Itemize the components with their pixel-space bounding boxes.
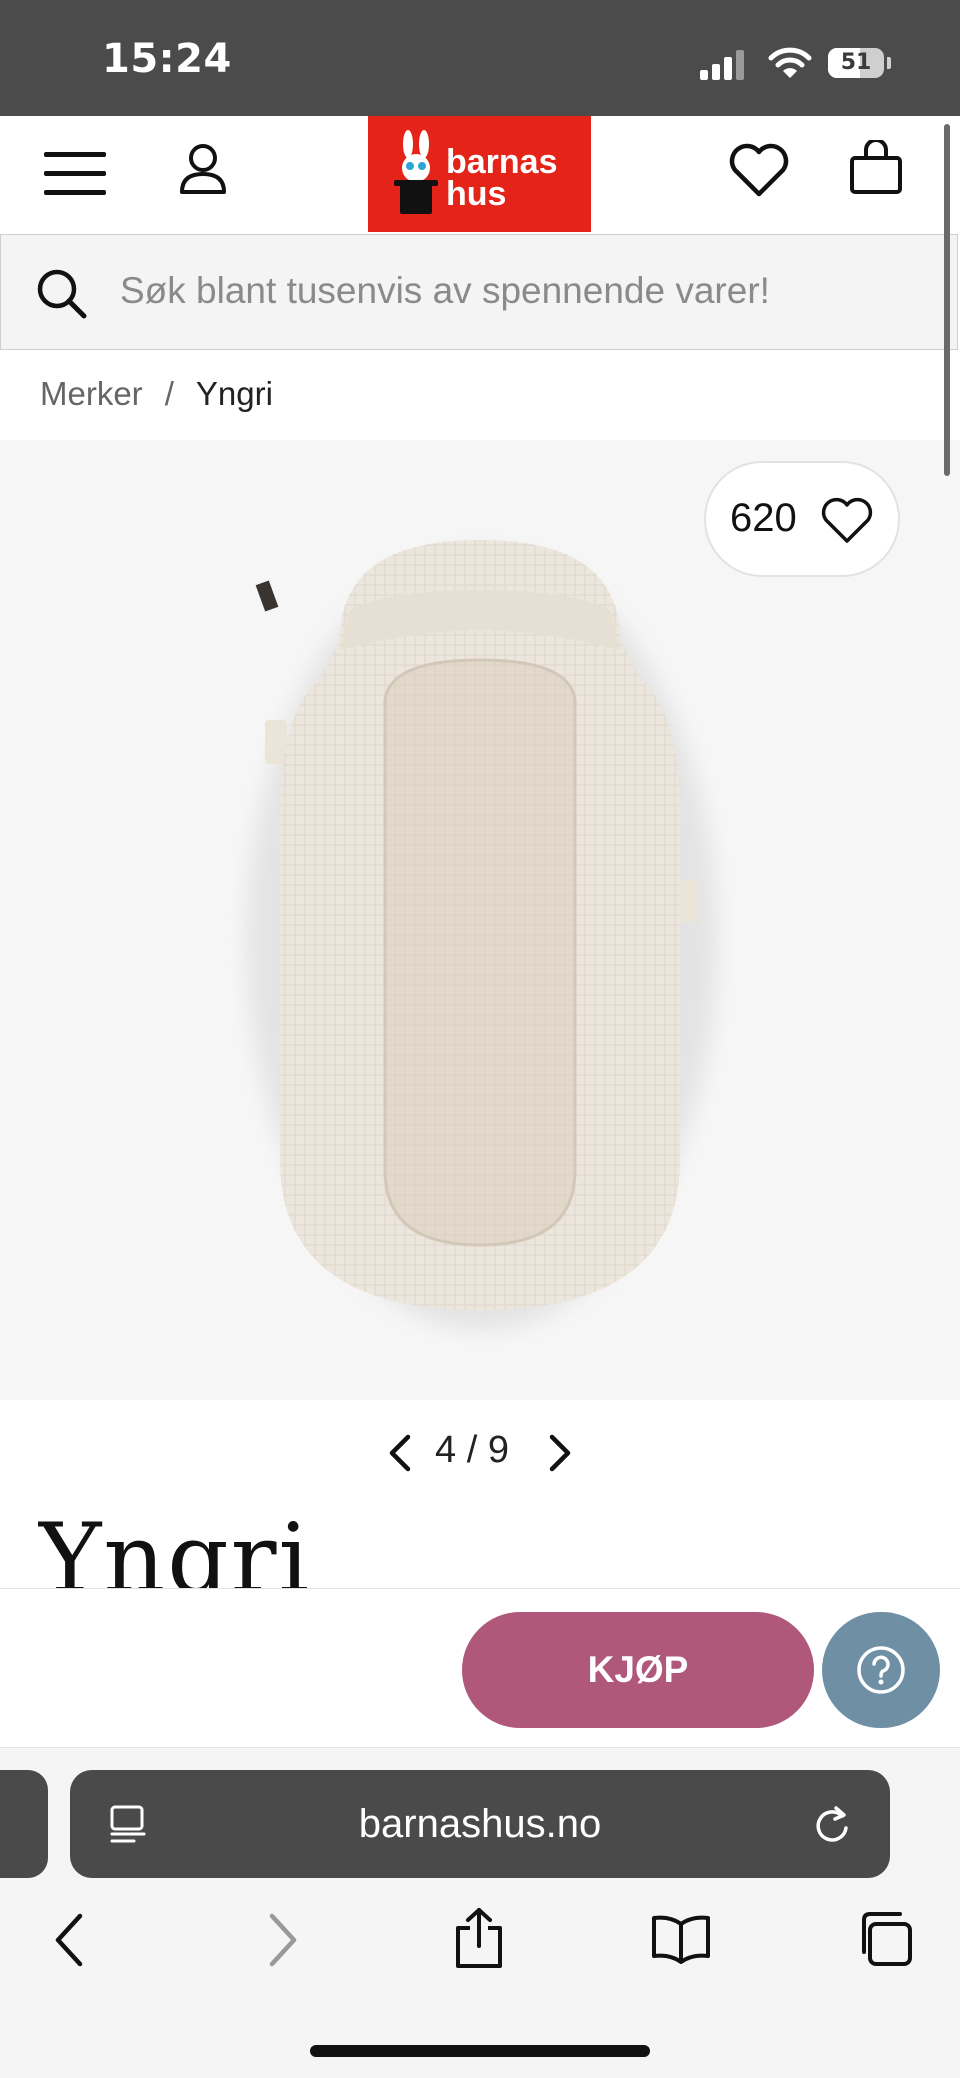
rabbit-hat-icon (394, 130, 438, 214)
search-input[interactable]: Søk blant tusenvis av spennende varer! (120, 270, 770, 312)
battery-level: 51 (840, 50, 872, 75)
status-time: 15:24 (102, 36, 232, 82)
share-icon[interactable] (452, 1906, 506, 1970)
product-image-baby-nest (247, 540, 717, 1330)
previous-tab-preview[interactable] (0, 1770, 48, 1878)
cellular-signal-icon (700, 50, 746, 80)
back-arrow-icon[interactable] (52, 1912, 88, 1968)
breadcrumb: Merker / Yngri (40, 375, 273, 413)
image-index: 4 (435, 1429, 457, 1471)
breadcrumb-current: Yngri (195, 375, 273, 412)
help-button[interactable] (822, 1612, 940, 1728)
buy-button[interactable]: KJØP (462, 1612, 814, 1728)
question-icon (857, 1646, 905, 1694)
search-icon[interactable] (36, 268, 88, 320)
shopping-bag-icon[interactable] (848, 140, 904, 196)
breadcrumb-link-merker[interactable]: Merker (40, 375, 143, 412)
image-counter: 4 / 9 (435, 1429, 509, 1472)
image-pager: 4 / 9 (380, 1425, 580, 1479)
reload-icon[interactable] (812, 1804, 852, 1846)
logo-text-line2: hus (446, 175, 507, 213)
hamburger-menu-icon[interactable] (44, 150, 108, 198)
page-scrollbar[interactable] (944, 124, 950, 476)
bookmarks-book-icon[interactable] (650, 1914, 712, 1964)
url-text: barnashus.no (358, 1802, 602, 1846)
image-total: 9 (487, 1429, 509, 1471)
favorite-count: 620 (730, 496, 797, 540)
home-indicator (310, 2045, 650, 2057)
brand-logo-yngri[interactable]: Yngri (38, 1500, 311, 1588)
chevron-right-icon[interactable] (546, 1433, 574, 1473)
account-icon[interactable] (178, 142, 228, 196)
wishlist-heart-icon[interactable] (728, 142, 790, 198)
forward-arrow-icon[interactable] (264, 1912, 300, 1968)
logo-text-line1: barnas (446, 143, 558, 181)
heart-outline-icon (821, 497, 873, 543)
breadcrumb-separator: / (164, 375, 174, 412)
image-separator: / (466, 1429, 478, 1471)
tabs-icon[interactable] (856, 1910, 916, 1968)
battery-nub (887, 57, 891, 69)
product-image-gallery[interactable] (0, 440, 960, 1400)
barnas-hus-logo[interactable]: barnas hus (368, 116, 591, 232)
battery-icon: 51 (828, 48, 884, 78)
chevron-left-icon[interactable] (386, 1433, 414, 1473)
address-bar[interactable]: barnashus.no (70, 1770, 890, 1878)
wifi-icon (768, 47, 812, 78)
favorite-button[interactable]: 620 (704, 461, 900, 577)
